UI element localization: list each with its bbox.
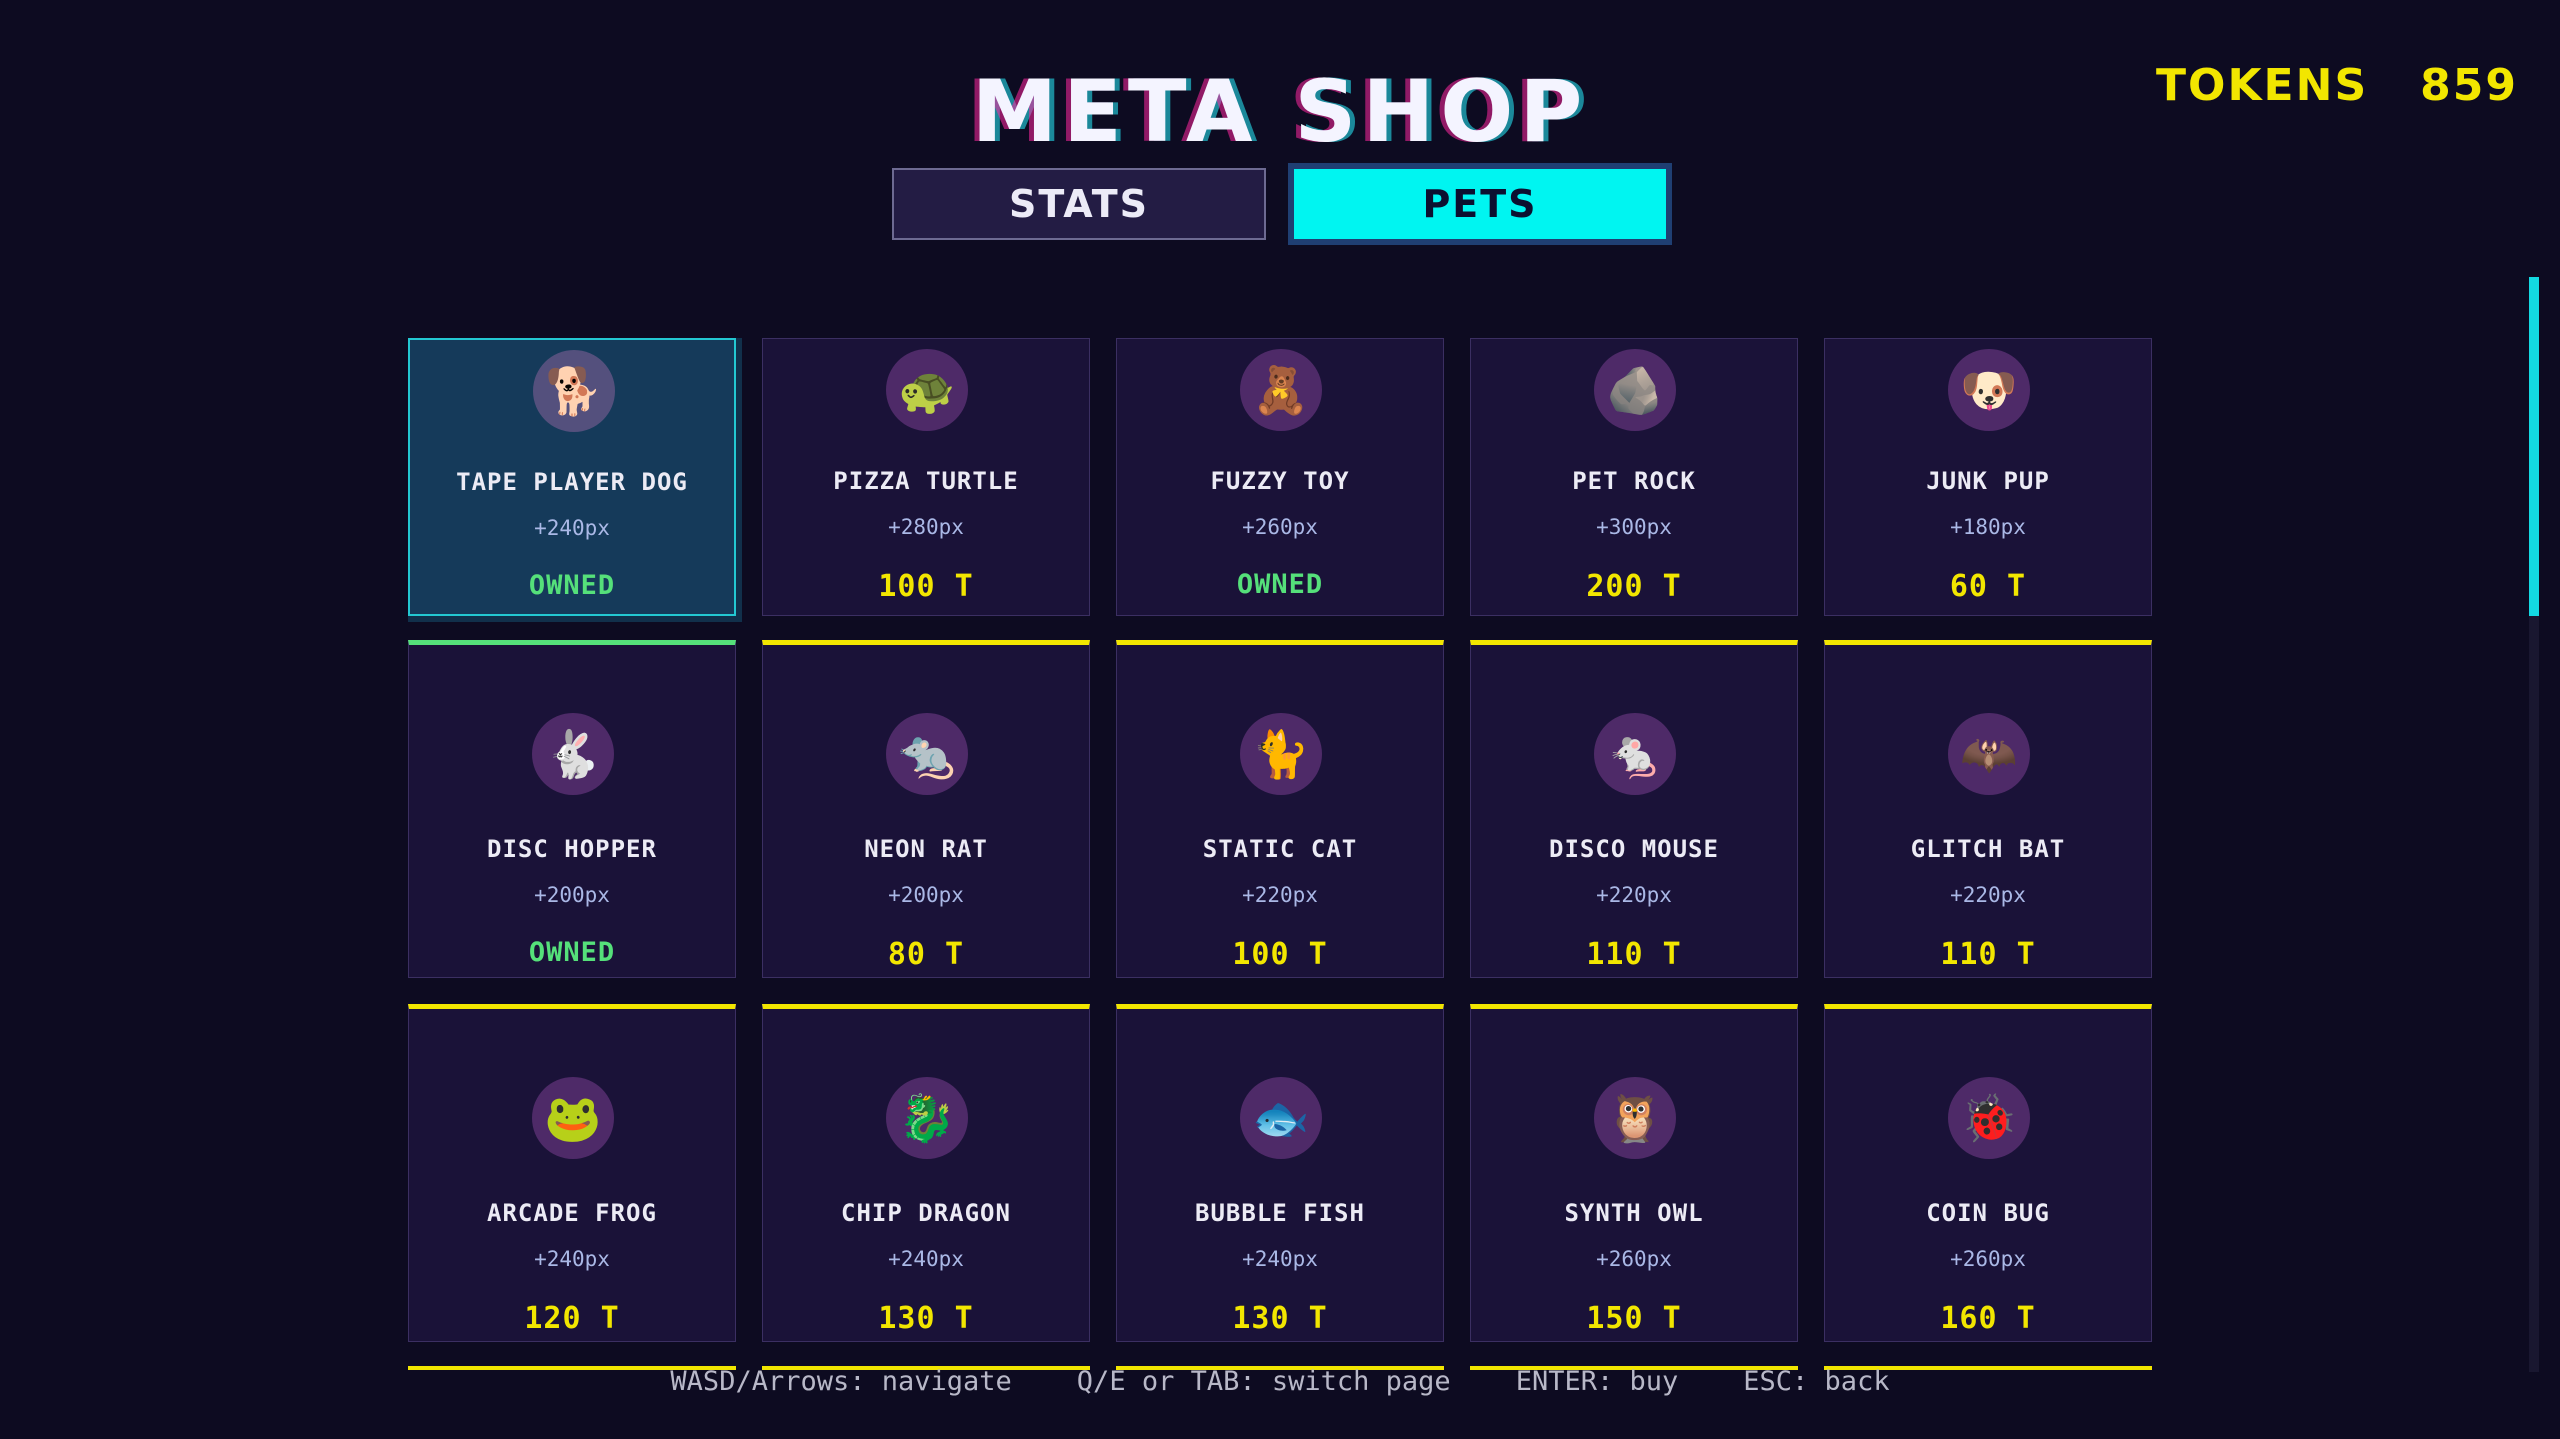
pet-card-neon-rat[interactable]: 🐀 NEON RAT +200px 80 T [762, 640, 1090, 978]
pet-bonus: +240px [888, 1247, 964, 1271]
pet-name: DISC HOPPER [487, 835, 657, 863]
pet-name: NEON RAT [864, 835, 988, 863]
pet-price: 110 T [1586, 937, 1682, 972]
pet-price: 130 T [1232, 1301, 1328, 1336]
tab-pets[interactable]: PETS [1288, 163, 1672, 245]
rat-icon: 🐀 [886, 713, 968, 795]
pet-card-tape-player-dog[interactable]: 🐕 TAPE PLAYER DOG +240px OWNED [408, 338, 736, 616]
pet-card-disco-mouse[interactable]: 🐁 DISCO MOUSE +220px 110 T [1470, 640, 1798, 978]
pet-card-arcade-frog[interactable]: 🐸 ARCADE FROG +240px 120 T [408, 1004, 736, 1342]
pet-price: 200 T [1586, 569, 1682, 604]
pet-bonus: +260px [1950, 1247, 2026, 1271]
rock-icon: 🪨 [1594, 349, 1676, 431]
pet-bonus: +200px [534, 883, 610, 907]
pet-name: DISCO MOUSE [1549, 835, 1719, 863]
pet-bonus: +260px [1596, 1247, 1672, 1271]
rabbit-icon: 🐇 [532, 713, 614, 795]
pet-bonus: +260px [1242, 515, 1318, 539]
fuzzy-toy-icon: 🧸 [1240, 349, 1322, 431]
pet-bonus: +220px [1242, 883, 1318, 907]
pet-price: 160 T [1940, 1301, 2036, 1336]
pet-bonus: +200px [888, 883, 964, 907]
pet-card-synth-owl[interactable]: 🦉 SYNTH OWL +260px 150 T [1470, 1004, 1798, 1342]
pet-bonus: +300px [1596, 515, 1672, 539]
pet-price: 150 T [1586, 1301, 1682, 1336]
pet-name: COIN BUG [1926, 1199, 2050, 1227]
tokens-value: 859 [2420, 60, 2518, 111]
pet-price: 60 T [1949, 569, 2027, 604]
pet-name: BUBBLE FISH [1195, 1199, 1365, 1227]
pet-card-bubble-fish[interactable]: 🐟 BUBBLE FISH +240px 130 T [1116, 1004, 1444, 1342]
pet-card-junk-pup[interactable]: 🐶 JUNK PUP +180px 60 T [1824, 338, 2152, 616]
pet-price: 100 T [1232, 937, 1328, 972]
pet-bonus: +240px [534, 516, 610, 540]
pet-price: 120 T [524, 1301, 620, 1336]
pet-card-static-cat[interactable]: 🐈 STATIC CAT +220px 100 T [1116, 640, 1444, 978]
pet-name: PET ROCK [1572, 467, 1696, 495]
fish-icon: 🐟 [1240, 1077, 1322, 1159]
pet-name: ARCADE FROG [487, 1199, 657, 1227]
owl-icon: 🦉 [1594, 1077, 1676, 1159]
pet-name: GLITCH BAT [1910, 835, 2066, 863]
pet-name: PIZZA TURTLE [833, 467, 1019, 495]
pet-grid: 🐕 TAPE PLAYER DOG +240px OWNED 🐢 PIZZA TURTLE… [408, 338, 2156, 1370]
pet-card-pizza-turtle[interactable]: 🐢 PIZZA TURTLE +280px 100 T [762, 338, 1090, 616]
owned-status: OWNED [528, 937, 616, 968]
pet-card-chip-dragon[interactable]: 🐉 CHIP DRAGON +240px 130 T [762, 1004, 1090, 1342]
bug-icon: 🐞 [1948, 1077, 2030, 1159]
pet-card-coin-bug[interactable]: 🐞 COIN BUG +260px 160 T [1824, 1004, 2152, 1342]
owned-status: OWNED [528, 570, 616, 601]
tab-stats[interactable]: STATS [892, 168, 1266, 240]
pet-name: CHIP DRAGON [841, 1199, 1011, 1227]
controls-hint: WASD/Arrows: navigate Q/E or TAB: switch… [670, 1366, 1890, 1397]
frog-icon: 🐸 [532, 1077, 614, 1159]
bat-icon: 🦇 [1948, 713, 2030, 795]
dragon-icon: 🐉 [886, 1077, 968, 1159]
pet-price: 80 T [887, 937, 965, 972]
pet-price: 100 T [878, 569, 974, 604]
dog-icon: 🐕 [533, 350, 615, 432]
pet-bonus: +180px [1950, 515, 2026, 539]
pet-bonus: +220px [1596, 883, 1672, 907]
tokens-label: TOKENS [2156, 60, 2369, 111]
turtle-icon: 🐢 [886, 349, 968, 431]
pet-name: STATIC CAT [1202, 835, 1358, 863]
pet-bonus: +280px [888, 515, 964, 539]
scrollbar[interactable] [2529, 277, 2539, 1372]
tokens-display: TOKENS 859 [2156, 60, 2518, 111]
pet-bonus: +240px [534, 1247, 610, 1271]
pet-name: SYNTH OWL [1564, 1199, 1704, 1227]
cat-icon: 🐈 [1240, 713, 1322, 795]
scrollbar-thumb[interactable] [2529, 277, 2539, 616]
pet-card-glitch-bat[interactable]: 🦇 GLITCH BAT +220px 110 T [1824, 640, 2152, 978]
pet-name: JUNK PUP [1926, 467, 2050, 495]
pet-price: 130 T [878, 1301, 974, 1336]
pup-icon: 🐶 [1948, 349, 2030, 431]
pet-bonus: +220px [1950, 883, 2026, 907]
owned-status: OWNED [1236, 569, 1324, 600]
pet-card-disc-hopper[interactable]: 🐇 DISC HOPPER +200px OWNED [408, 640, 736, 978]
pet-price: 110 T [1940, 937, 2036, 972]
pet-card-fuzzy-toy[interactable]: 🧸 FUZZY TOY +260px OWNED [1116, 338, 1444, 616]
pet-name: FUZZY TOY [1210, 467, 1350, 495]
pet-card-pet-rock[interactable]: 🪨 PET ROCK +300px 200 T [1470, 338, 1798, 616]
mouse-icon: 🐁 [1594, 713, 1676, 795]
pet-name: TAPE PLAYER DOG [456, 468, 688, 496]
pet-bonus: +240px [1242, 1247, 1318, 1271]
